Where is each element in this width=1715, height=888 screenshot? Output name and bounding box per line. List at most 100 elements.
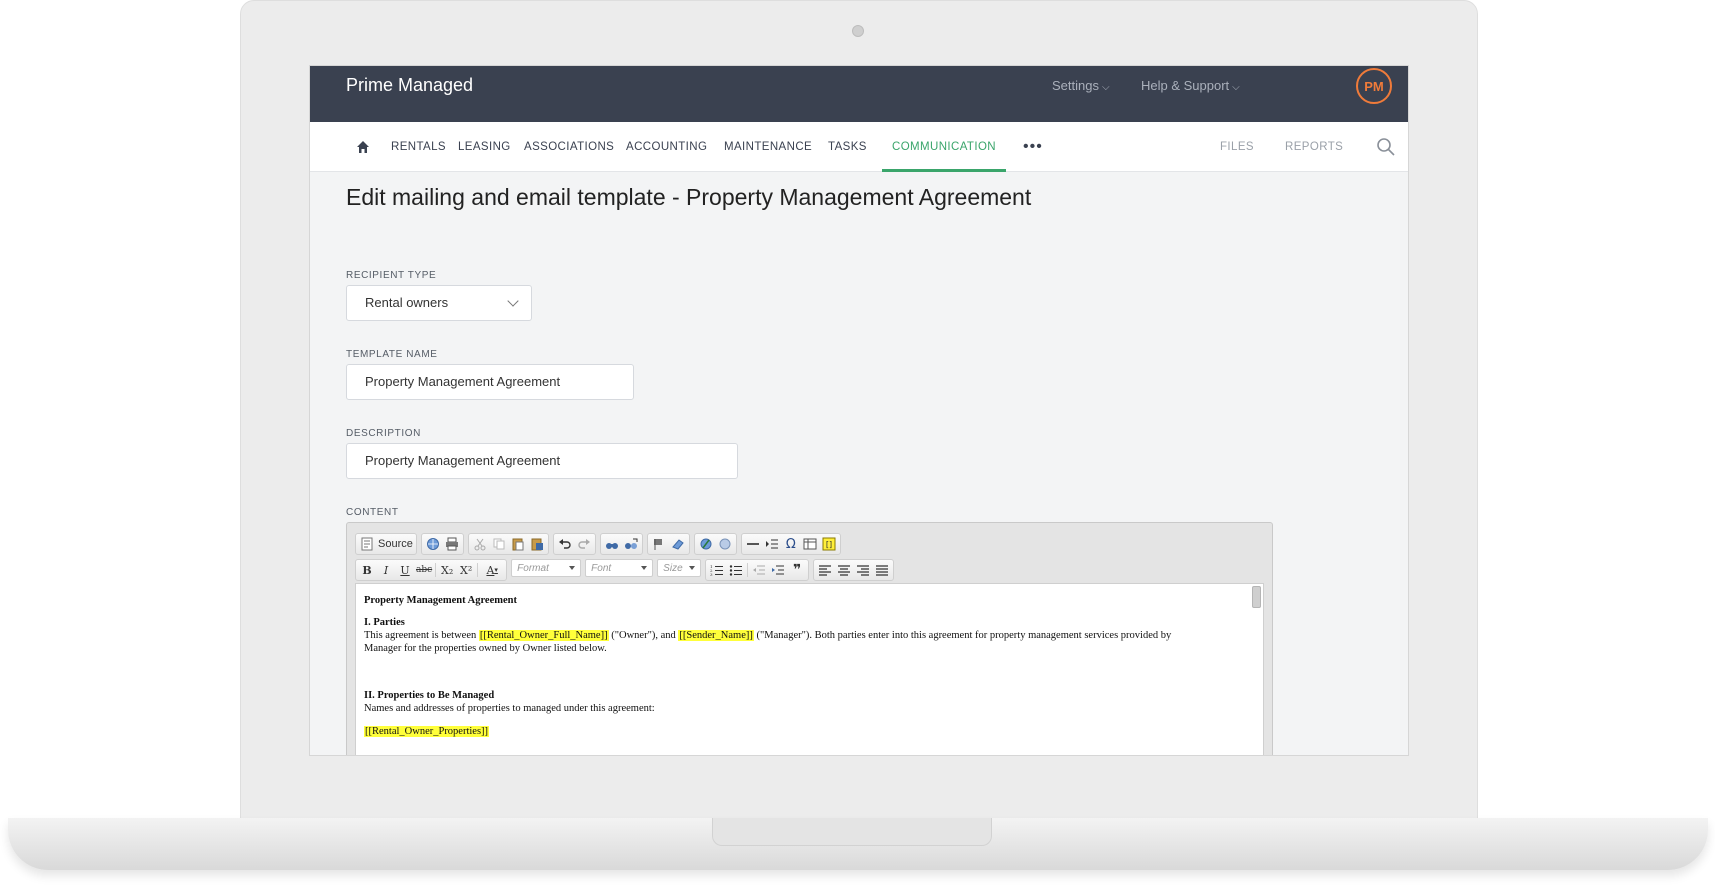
bulleted-list-icon[interactable]: [728, 562, 744, 578]
doc-section-2-title: II. Properties to Be Managed: [364, 690, 495, 701]
find-icon[interactable]: [604, 536, 620, 552]
avatar[interactable]: PM: [1356, 68, 1392, 104]
toolbar-group-align: [813, 559, 895, 581]
align-center-icon[interactable]: [836, 562, 852, 578]
nav-reports[interactable]: REPORTS: [1285, 122, 1343, 172]
spellcheck-icon[interactable]: [698, 536, 714, 552]
merge-field-owner: [[Rental_Owner_Full_Name]]: [478, 630, 609, 641]
source-icon: [359, 536, 375, 552]
template-name-label: TEMPLATE NAME: [346, 349, 438, 360]
toolbar-divider: [435, 563, 437, 577]
merge-field-sender: [[Sender_Name]]: [678, 630, 754, 641]
home-icon[interactable]: [356, 140, 370, 154]
bold-button[interactable]: B: [359, 562, 375, 578]
brand-name[interactable]: Prime Managed: [346, 75, 473, 96]
undo-icon[interactable]: [557, 536, 573, 552]
source-button[interactable]: Source: [378, 536, 413, 552]
horizontal-rule-icon[interactable]: [745, 536, 761, 552]
anchor-icon[interactable]: [651, 536, 667, 552]
strikethrough-button[interactable]: abc: [416, 562, 432, 578]
camera-dot: [852, 25, 864, 37]
svg-text:3: 3: [710, 572, 713, 577]
size-combo[interactable]: Size: [657, 559, 702, 577]
toolbar-divider: [747, 563, 749, 577]
merge-field-icon[interactable]: []: [821, 536, 837, 552]
cut-icon[interactable]: [472, 536, 488, 552]
doc-section-1-title: I. Parties: [364, 617, 405, 628]
paste-word-icon[interactable]: [529, 536, 545, 552]
template-name-input[interactable]: Property Management Agreement: [346, 364, 634, 400]
recipient-type-value: Rental owners: [365, 295, 449, 310]
preview-icon[interactable]: [425, 536, 441, 552]
size-placeholder: Size: [663, 562, 683, 574]
more-icon[interactable]: •••: [1023, 139, 1043, 155]
print-icon[interactable]: [444, 536, 460, 552]
nav-rentals[interactable]: RENTALS: [391, 122, 446, 172]
replace-icon[interactable]: [623, 536, 639, 552]
blockquote-icon[interactable]: ❞: [789, 562, 805, 578]
redo-icon[interactable]: [576, 536, 592, 552]
doc-heading: Property Management Agreement: [364, 595, 517, 606]
toolbar-group-document: Source: [355, 533, 417, 555]
editor-scrollbar[interactable]: [1252, 586, 1261, 608]
help-label: Help & Support: [1141, 78, 1230, 93]
nav-associations[interactable]: ASSOCIATIONS: [524, 122, 614, 172]
indent-icon[interactable]: [770, 562, 786, 578]
top-bar: Prime Managed Settings ⌵ Help & Support ⌵ …: [310, 66, 1408, 122]
superscript-button[interactable]: X²: [458, 562, 474, 578]
editor-document[interactable]: Property Management Agreement I. Parties…: [355, 583, 1264, 755]
font-combo[interactable]: Font: [585, 559, 654, 577]
italic-button[interactable]: I: [378, 562, 394, 578]
search-icon[interactable]: [1376, 137, 1396, 157]
toolbar-group-lists: 123 ❞: [705, 559, 810, 581]
chevron-down-icon: [507, 295, 519, 307]
numbered-list-icon[interactable]: 123: [709, 562, 725, 578]
paste-icon[interactable]: [510, 536, 526, 552]
format-placeholder: Format: [517, 562, 549, 574]
page-break-icon[interactable]: [764, 536, 780, 552]
text-color-button[interactable]: A ▾: [481, 562, 503, 578]
doc-text-segment: This agreement is between: [364, 630, 479, 641]
description-label: DESCRIPTION: [346, 428, 421, 439]
merge-field-properties: [[Rental_Owner_Properties]]: [364, 726, 490, 737]
toolbar-group-insert-a: [646, 533, 690, 555]
main-nav: RENTALS LEASING ASSOCIATIONS ACCOUNTING …: [310, 122, 1408, 172]
underline-button[interactable]: U: [397, 562, 413, 578]
eraser-icon[interactable]: [670, 536, 686, 552]
toolbar-group-find: [599, 533, 643, 555]
toolbar-group-basic-style: B I U abc X₂ X² A ▾: [355, 559, 508, 581]
editor-toolbar-row-2: B I U abc X₂ X² A ▾ Format Font Size 123 …: [355, 559, 895, 581]
description-input[interactable]: Property Management Agreement: [346, 443, 738, 479]
doc-section-1-text-cont: Manager for the properties owned by Owne…: [364, 643, 607, 654]
content-label: CONTENT: [346, 507, 399, 518]
toolbar-group-insert-b: Ω []: [740, 533, 841, 555]
nav-maintenance[interactable]: MAINTENANCE: [724, 122, 812, 172]
text-color-label: A: [486, 563, 495, 577]
outdent-icon[interactable]: [751, 562, 767, 578]
caret-down-icon: ▾: [494, 566, 498, 574]
recipient-type-select[interactable]: Rental owners: [346, 285, 532, 321]
help-support-menu[interactable]: Help & Support ⌵: [1141, 78, 1240, 93]
caret-down-icon: [569, 566, 576, 570]
doc-section-2-text: Names and addresses of properties to man…: [364, 703, 655, 714]
align-left-icon[interactable]: [817, 562, 833, 578]
caret-down-icon: [641, 566, 648, 570]
nav-tasks[interactable]: TASKS: [828, 122, 867, 172]
align-right-icon[interactable]: [855, 562, 871, 578]
copy-icon[interactable]: [491, 536, 507, 552]
scayt-icon[interactable]: [717, 536, 733, 552]
chevron-down-icon: ⌵: [1232, 82, 1240, 93]
nav-communication[interactable]: COMMUNICATION: [882, 122, 1007, 172]
settings-menu[interactable]: Settings ⌵: [1052, 78, 1110, 93]
table-icon[interactable]: [802, 536, 818, 552]
toolbar-group-history: [552, 533, 596, 555]
format-combo[interactable]: Format: [511, 559, 582, 577]
svg-text:[]: []: [826, 540, 832, 549]
align-justify-icon[interactable]: [874, 562, 890, 578]
recipient-type-label: RECIPIENT TYPE: [346, 270, 437, 281]
nav-leasing[interactable]: LEASING: [458, 122, 511, 172]
subscript-button[interactable]: X₂: [439, 562, 455, 578]
nav-files[interactable]: FILES: [1220, 122, 1254, 172]
special-char-icon[interactable]: Ω: [783, 536, 799, 552]
nav-accounting[interactable]: ACCOUNTING: [626, 122, 707, 172]
